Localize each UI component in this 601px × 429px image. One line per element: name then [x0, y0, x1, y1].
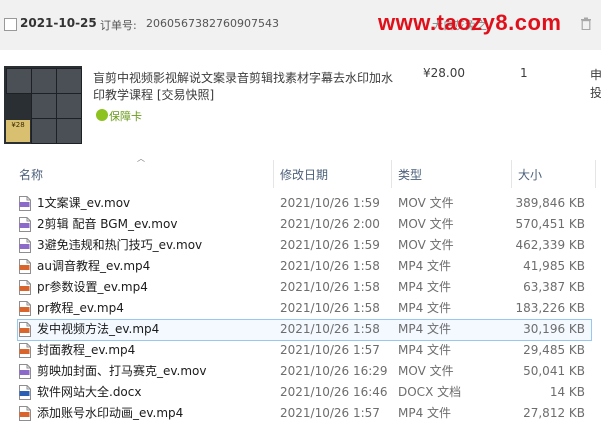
mp4-file-icon [19, 280, 31, 295]
product-quantity: 1 [520, 66, 528, 80]
video-file-icon [19, 196, 31, 211]
order-number: 2060567382760907543 [146, 17, 279, 30]
file-name: 剪映加封面、打马赛克_ev.mov [37, 364, 207, 378]
file-row[interactable]: au调音教程_ev.mp4 2021/10/26 1:58 MP4 文件 41,985… [0, 256, 601, 277]
file-size: 29,485 KB [523, 343, 585, 357]
file-size: 41,985 KB [523, 259, 585, 273]
file-row[interactable]: pr教程_ev.mp4 2021/10/26 1:58 MP4 文件 183,226 … [0, 298, 601, 319]
file-row[interactable]: 3避免违规和热门技巧_ev.mov 2021/10/26 1:59 MOV 文件 46… [0, 235, 601, 256]
column-divider[interactable] [595, 160, 596, 188]
column-header-type[interactable]: 类型 [398, 163, 422, 187]
file-type: DOCX 文档 [398, 385, 462, 399]
column-header-modified[interactable]: 修改日期 [280, 163, 328, 187]
file-row[interactable]: 添加账号水印动画_ev.mp4 2021/10/26 1:57 MP4 文件 27,8… [0, 403, 601, 424]
video-file-icon [19, 217, 31, 232]
mp4-file-icon [19, 322, 31, 337]
file-modified-date: 2021/10/26 2:00 [280, 217, 380, 231]
file-modified-date: 2021/10/26 16:29 [280, 364, 388, 378]
docx-file-icon [19, 385, 31, 400]
file-name: 3避免违规和热门技巧_ev.mov [37, 238, 203, 252]
column-divider[interactable] [511, 160, 512, 188]
mp4-file-icon [19, 406, 31, 421]
order-header: 2021-10-25 订单号: 2060567382760907543 大白灰兔… [0, 0, 601, 51]
file-type: MOV 文件 [398, 196, 454, 210]
file-modified-date: 2021/10/26 1:57 [280, 406, 380, 420]
product-title[interactable]: 盲剪中视频影视解说文案录音剪辑找素材字幕去水印加水印教学课程 [交易快照] [93, 70, 393, 104]
file-type: MP4 文件 [398, 343, 452, 357]
file-row[interactable]: 1文案课_ev.mov 2021/10/26 1:59 MOV 文件 389,846 … [0, 193, 601, 214]
file-modified-date: 2021/10/26 1:59 [280, 238, 380, 252]
file-row[interactable]: 发中视频方法_ev.mp4 2021/10/26 1:58 MP4 文件 30,196… [0, 319, 601, 341]
price-badge: ¥28 [6, 120, 30, 142]
order-number-label: 订单号: [100, 19, 137, 32]
file-row[interactable]: pr参数设置_ev.mp4 2021/10/26 1:58 MP4 文件 63,387… [0, 277, 601, 298]
site-watermark: www.taozy8.com [378, 10, 562, 35]
file-modified-date: 2021/10/26 1:57 [280, 343, 380, 357]
file-modified-date: 2021/10/26 1:58 [280, 280, 380, 294]
file-type: MP4 文件 [398, 322, 452, 336]
file-type: MP4 文件 [398, 280, 452, 294]
file-type: MOV 文件 [398, 238, 454, 252]
file-modified-date: 2021/10/26 16:46 [280, 385, 388, 399]
guarantee-label: 保障卡 [109, 110, 142, 123]
file-name: au调音教程_ev.mp4 [37, 259, 151, 273]
file-size: 50,041 KB [523, 364, 585, 378]
file-size: 27,812 KB [523, 406, 585, 420]
file-row[interactable]: 2剪辑 配音 BGM_ev.mov 2021/10/26 2:00 MOV 文件 57… [0, 214, 601, 235]
after-sale-link[interactable]: 申投 [590, 66, 601, 102]
video-file-icon [19, 238, 31, 253]
file-size: 389,846 KB [515, 196, 585, 210]
mp4-file-icon [19, 301, 31, 316]
file-row[interactable]: 软件网站大全.docx 2021/10/26 16:46 DOCX 文档 14 KB [0, 382, 601, 403]
order-checkbox[interactable] [4, 18, 17, 31]
sort-ascending-icon: ︿ [137, 154, 145, 163]
file-name: 软件网站大全.docx [37, 385, 142, 399]
file-name: pr参数设置_ev.mp4 [37, 280, 148, 294]
video-file-icon [19, 364, 31, 379]
column-divider[interactable] [273, 160, 274, 188]
file-type: MP4 文件 [398, 406, 452, 420]
guarantee-shield-icon [96, 109, 108, 121]
file-row[interactable]: 剪映加封面、打马赛克_ev.mov 2021/10/26 16:29 MOV 文件 5… [0, 361, 601, 382]
column-divider[interactable] [391, 160, 392, 188]
file-type: MP4 文件 [398, 301, 452, 315]
trash-icon[interactable] [580, 17, 592, 30]
file-modified-date: 2021/10/26 1:58 [280, 301, 380, 315]
mp4-file-icon [19, 259, 31, 274]
product-thumbnail[interactable]: ¥28 [4, 66, 82, 144]
column-header-name[interactable]: 名称 [19, 163, 43, 187]
file-name: pr教程_ev.mp4 [37, 301, 124, 315]
product-price: ¥28.00 [423, 66, 465, 80]
order-date: 2021-10-25 [20, 16, 97, 30]
file-size: 183,226 KB [515, 301, 585, 315]
file-row[interactable]: 封面教程_ev.mp4 2021/10/26 1:57 MP4 文件 29,485 K… [0, 340, 601, 361]
file-size: 30,196 KB [523, 322, 585, 336]
file-size: 63,387 KB [523, 280, 585, 294]
file-type: MOV 文件 [398, 364, 454, 378]
file-name: 发中视频方法_ev.mp4 [37, 322, 160, 336]
file-size: 14 KB [549, 385, 585, 399]
file-type: MOV 文件 [398, 217, 454, 231]
file-size: 462,339 KB [515, 238, 585, 252]
file-modified-date: 2021/10/26 1:58 [280, 322, 380, 336]
file-size: 570,451 KB [515, 217, 585, 231]
file-name: 2剪辑 配音 BGM_ev.mov [37, 217, 178, 231]
file-name: 添加账号水印动画_ev.mp4 [37, 406, 184, 420]
column-header-size[interactable]: 大小 [518, 163, 542, 187]
file-type: MP4 文件 [398, 259, 452, 273]
mp4-file-icon [19, 343, 31, 358]
file-modified-date: 2021/10/26 1:58 [280, 259, 380, 273]
file-modified-date: 2021/10/26 1:59 [280, 196, 380, 210]
file-name: 1文案课_ev.mov [37, 196, 131, 210]
file-name: 封面教程_ev.mp4 [37, 343, 136, 357]
